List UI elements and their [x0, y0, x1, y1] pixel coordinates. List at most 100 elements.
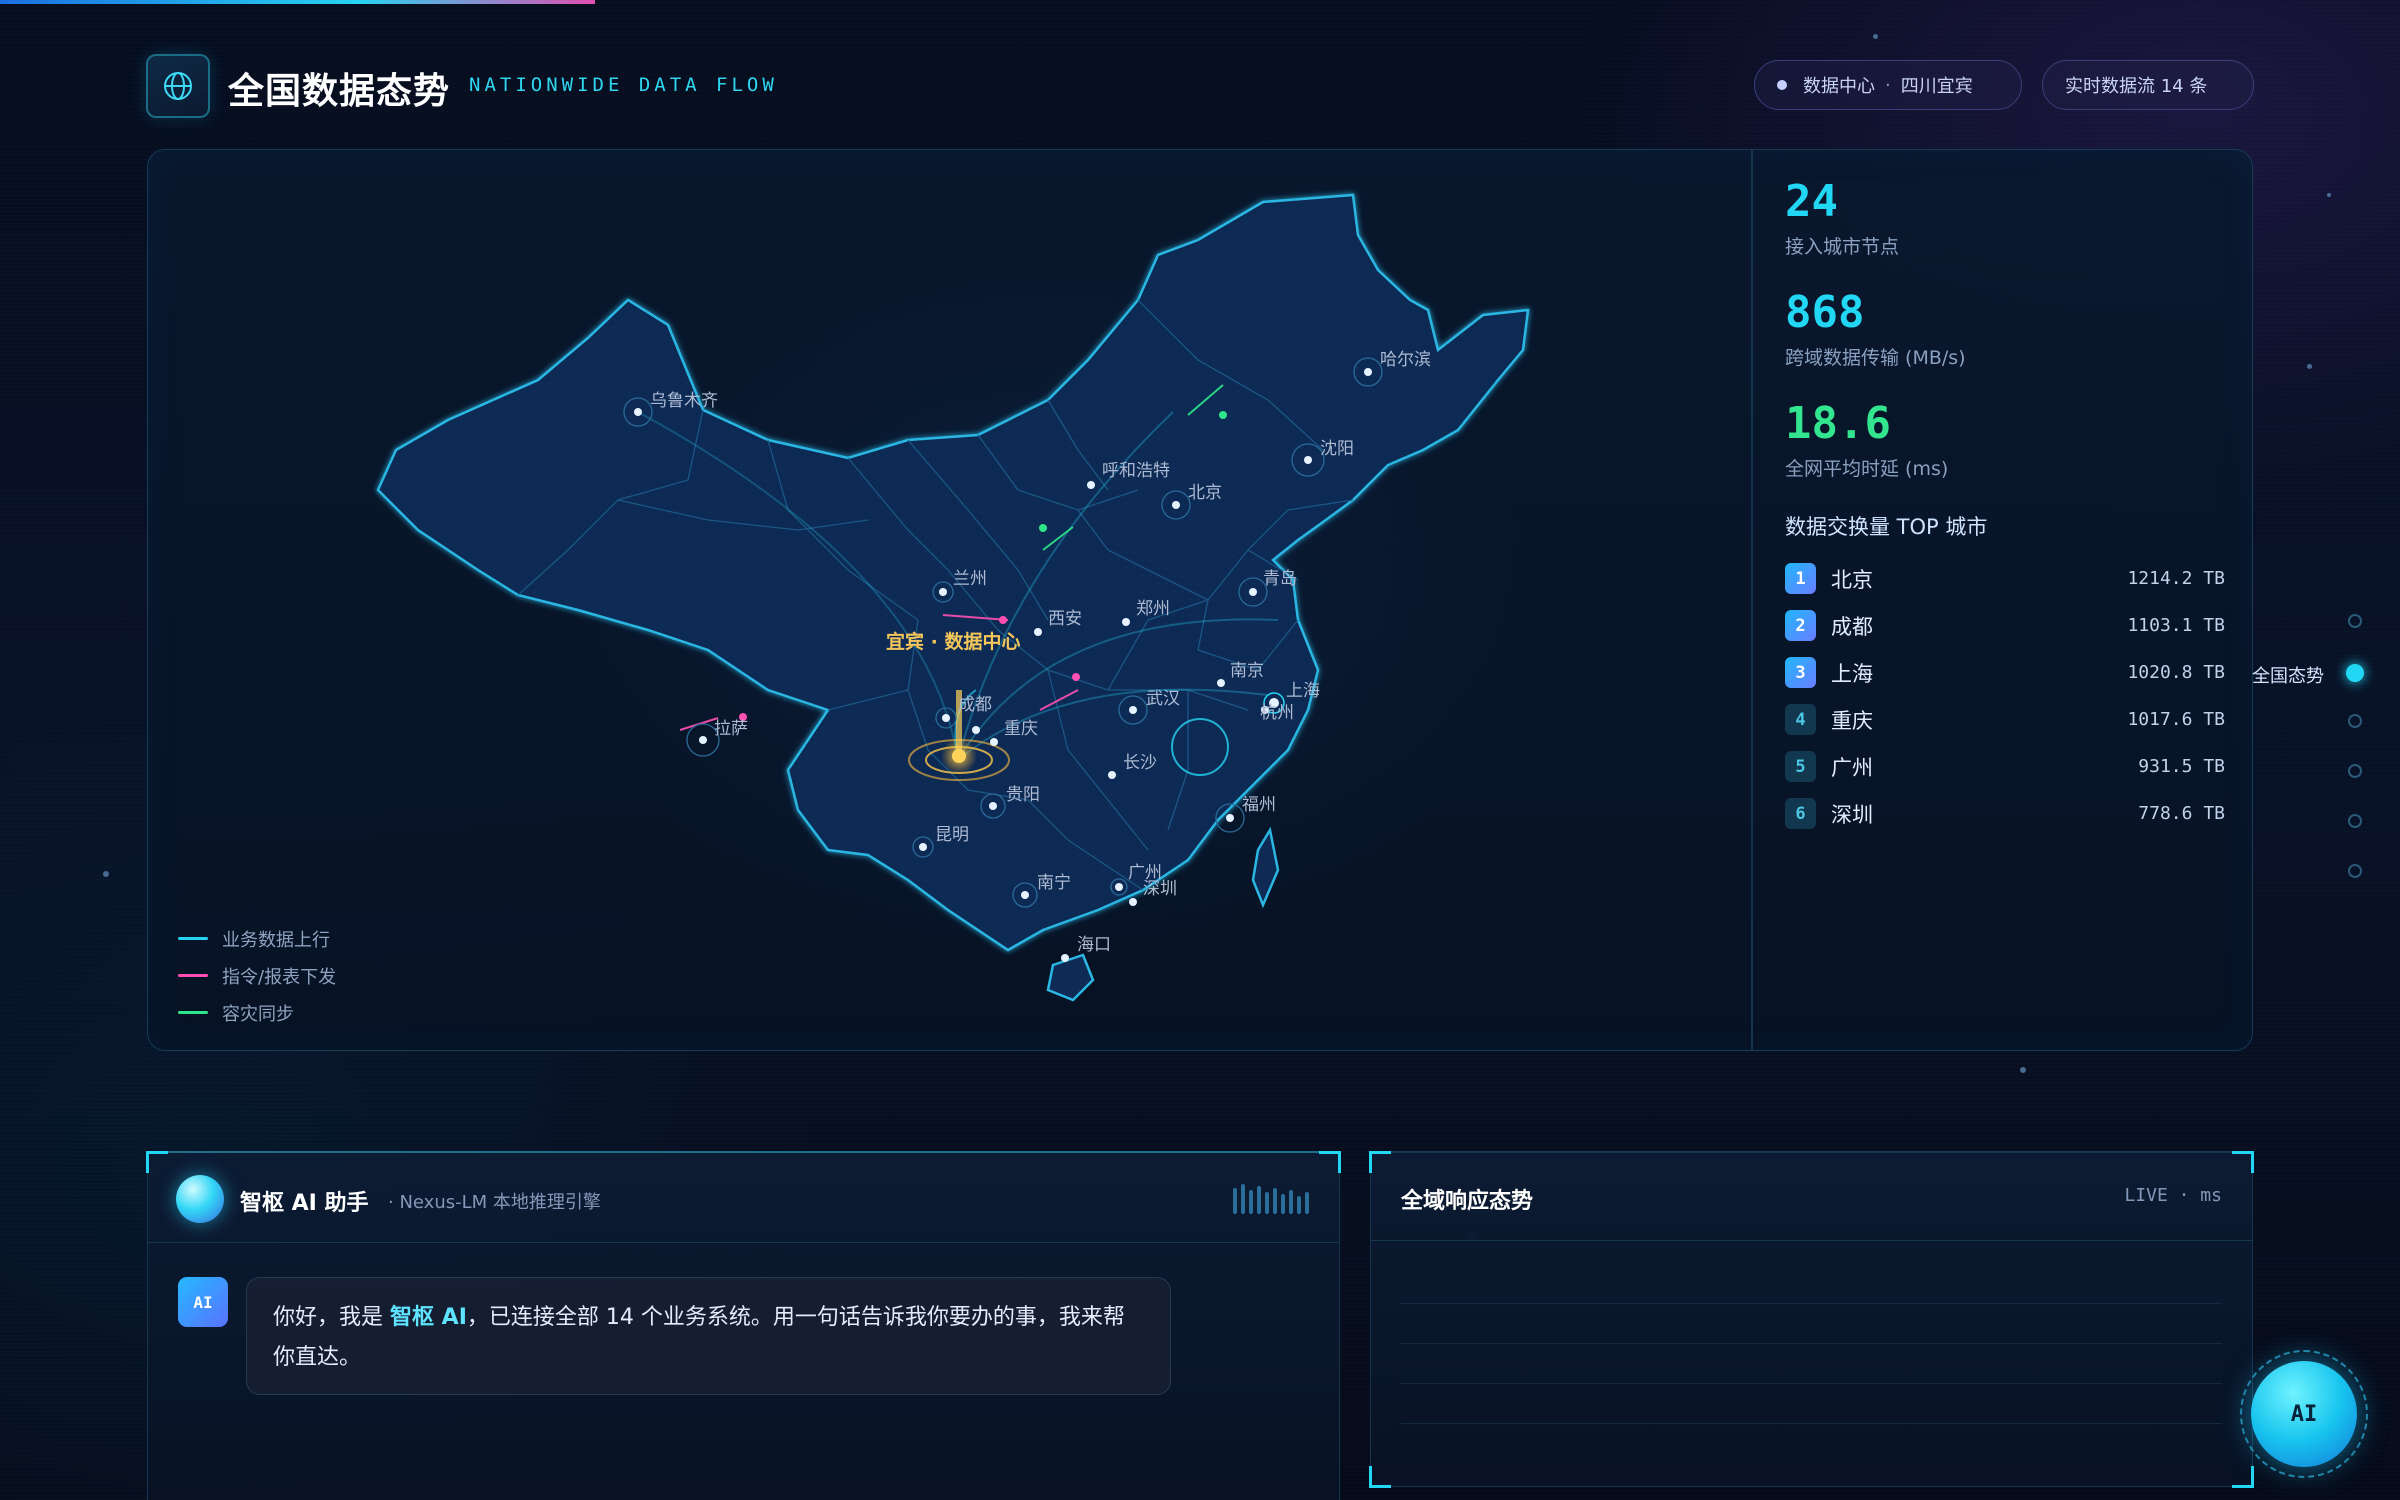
top-city-name: 上海: [1831, 661, 1873, 686]
message-text: 你好，我是: [273, 1305, 384, 1330]
ai-message-bubble: 你好，我是 智枢 AI，已连接全部 14 个业务系统。用一句话告诉我你要办的事，…: [246, 1277, 1171, 1395]
city-label-lhasa: 拉萨: [714, 719, 748, 739]
city-label-wuhan: 武汉: [1146, 689, 1180, 709]
star: [1873, 34, 1878, 39]
ai-engine-label: · Nexus-LM 本地推理引擎: [388, 1192, 601, 1213]
ai-orb-icon: [176, 1175, 224, 1223]
stat-value: 868: [1785, 287, 1865, 338]
stat-label: 跨域数据传输 (MB/s): [1785, 347, 1966, 369]
globe-logo[interactable]: [146, 54, 210, 118]
ai-assistant-panel: 智枢 AI 助手 · Nexus-LM 本地推理引擎 AI 你好，我是 智枢 A…: [146, 1151, 1341, 1500]
top-city-row[interactable]: 5 广州 931.5 TB: [1785, 743, 2225, 790]
datacenter-pill[interactable]: 数据中心 · 四川宜宾: [1754, 60, 2022, 110]
city-label-chongqing: 重庆: [1004, 719, 1038, 739]
nav-dot[interactable]: [2348, 764, 2362, 778]
rank-badge: 5: [1785, 751, 1816, 782]
top-city-name: 广州: [1831, 755, 1873, 780]
top-city-row[interactable]: 3 上海 1020.8 TB: [1785, 649, 2225, 696]
top-city-name: 成都: [1831, 614, 1873, 639]
china-map: 宜宾 · 数据中心 乌鲁木齐 哈尔滨 沈阳 呼和浩特 北京 青岛 兰州 西安 郑…: [376, 193, 1530, 1002]
city-label-changsha: 长沙: [1123, 753, 1157, 773]
rank-badge: 4: [1785, 704, 1816, 735]
stats-column: 24 接入城市节点 868 跨域数据传输 (MB/s) 18.6 全网平均时延 …: [1785, 174, 2225, 837]
city-label-haikou: 海口: [1077, 935, 1111, 955]
response-panel: 全域响应态势 LIVE · ms: [1369, 1151, 2254, 1488]
datacenter-map-label: 宜宾 · 数据中心: [886, 630, 1020, 653]
city-label-urumqi: 乌鲁木齐: [650, 391, 718, 411]
legend-swatch: [178, 937, 208, 940]
chart-gridline: [1401, 1343, 2222, 1344]
top-progress-bar: [0, 0, 595, 4]
voice-wave-icon[interactable]: [1233, 1184, 1309, 1214]
corner-accent: [1369, 1466, 1391, 1488]
top-city-row[interactable]: 2 成都 1103.1 TB: [1785, 602, 2225, 649]
top-city-value: 1020.8 TB: [2127, 662, 2225, 683]
city-label-guiyang: 贵阳: [1006, 785, 1040, 805]
legend-item: 指令/报表下发: [178, 957, 336, 994]
response-live-label: LIVE · ms: [2124, 1185, 2222, 1206]
nav-dot[interactable]: [2348, 714, 2362, 728]
stat-city-nodes: 24 接入城市节点: [1785, 174, 2225, 285]
star: [2307, 364, 2312, 369]
stream-count-pill[interactable]: 实时数据流 14 条: [2042, 60, 2254, 110]
city-label-hohhot: 呼和浩特: [1102, 461, 1170, 481]
city-label-xian: 西安: [1048, 609, 1082, 629]
nav-dot[interactable]: [2348, 864, 2362, 878]
top-city-value: 778.6 TB: [2138, 803, 2225, 824]
city-label-hangzhou: 杭州: [1260, 703, 1294, 723]
chart-gridline: [1401, 1423, 2222, 1424]
chart-gridline: [1401, 1383, 2222, 1384]
stat-label: 接入城市节点: [1785, 236, 1900, 258]
top-city-row[interactable]: 4 重庆 1017.6 TB: [1785, 696, 2225, 743]
legend-label: 容灾同步: [222, 1003, 294, 1025]
stat-latency: 18.6 全网平均时延 (ms): [1785, 396, 2225, 507]
nav-active-label: 全国态势: [2252, 666, 2324, 687]
city-label-harbin: 哈尔滨: [1380, 350, 1431, 370]
page-header: 全国数据态势 NATIONWIDE DATA FLOW 数据中心 · 四川宜宾 …: [146, 54, 2254, 118]
top-city-value: 1017.6 TB: [2127, 709, 2225, 730]
top-city-value: 931.5 TB: [2138, 756, 2225, 777]
ai-panel-header: 智枢 AI 助手 · Nexus-LM 本地推理引擎: [148, 1153, 1339, 1243]
star: [2020, 1067, 2026, 1073]
city-label-nanning: 南宁: [1037, 873, 1071, 893]
top-city-value: 1103.1 TB: [2127, 615, 2225, 636]
legend-swatch: [178, 974, 208, 977]
globe-icon: [164, 72, 192, 100]
page-title: 全国数据态势: [228, 71, 451, 112]
legend-label: 业务数据上行: [222, 929, 330, 951]
city-label-shenyang: 沈阳: [1320, 439, 1354, 459]
top-city-name: 深圳: [1831, 802, 1873, 827]
ai-fab-label: AI: [2251, 1361, 2357, 1467]
star: [2327, 193, 2331, 197]
top-city-name: 重庆: [1831, 708, 1873, 733]
city-label-beijing: 北京: [1188, 483, 1222, 503]
city-label-lanzhou: 兰州: [953, 569, 987, 589]
top-city-row[interactable]: 6 深圳 778.6 TB: [1785, 790, 2225, 837]
city-label-fuzhou: 福州: [1242, 795, 1276, 815]
top-city-row[interactable]: 1 北京 1214.2 TB: [1785, 555, 2225, 602]
stat-label: 全网平均时延 (ms): [1785, 458, 1949, 480]
nav-dot[interactable]: [2348, 614, 2362, 628]
rank-badge: 3: [1785, 657, 1816, 688]
ai-fab-button[interactable]: AI: [2240, 1350, 2368, 1478]
city-label-zhengzhou: 郑州: [1136, 599, 1170, 619]
stat-value: 18.6: [1785, 398, 1891, 449]
nav-dot-active[interactable]: [2346, 664, 2364, 682]
top-cities-title: 数据交换量 TOP 城市: [1785, 515, 1988, 539]
page-subtitle: NATIONWIDE DATA FLOW: [469, 74, 778, 96]
ai-assistant-name: 智枢 AI 助手: [240, 1191, 369, 1216]
rank-badge: 1: [1785, 563, 1816, 594]
separator-dot: ·: [1885, 74, 1891, 96]
legend-label: 指令/报表下发: [222, 966, 337, 988]
response-title: 全域响应态势: [1401, 1189, 1534, 1214]
rank-badge: 2: [1785, 610, 1816, 641]
stat-value: 24: [1785, 176, 1838, 227]
legend-swatch: [178, 1011, 208, 1014]
taiwan-island: [1251, 826, 1280, 909]
datacenter-label: 数据中心: [1803, 76, 1875, 97]
chart-gridline: [1401, 1303, 2222, 1304]
datacenter-location: 四川宜宾: [1900, 76, 1973, 97]
legend-item: 业务数据上行: [178, 920, 336, 957]
nav-dot[interactable]: [2348, 814, 2362, 828]
response-panel-header: 全域响应态势 LIVE · ms: [1371, 1153, 2252, 1241]
